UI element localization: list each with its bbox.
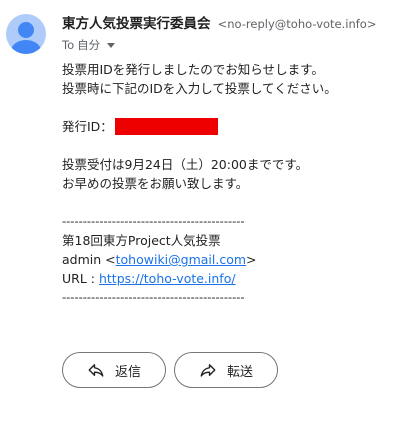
message-header: 東方人気投票実行委員会 <no-reply@toho-vote.info> To… [62, 14, 396, 54]
admin-suffix: > [246, 252, 257, 267]
reply-label: 返信 [114, 364, 141, 380]
separator-bottom: ----------------------------------------… [62, 290, 245, 304]
admin-prefix: admin < [62, 252, 116, 267]
body-line-1: 投票用IDを発行しましたのでお知らせします。 [62, 62, 324, 77]
to-prefix: To [62, 38, 75, 52]
url-prefix: URL : [62, 271, 99, 286]
recipients-toggle[interactable]: To 自分 [62, 36, 116, 54]
body-line-2: 投票時に下記のIDを入力して投票してください。 [62, 81, 337, 96]
deadline-line: 投票受付は9月24日（土）20:00までです。 [62, 157, 309, 172]
forward-icon [200, 364, 216, 377]
to-recipient: 自分 [77, 38, 101, 52]
issued-id-label: 発行ID： [62, 119, 113, 134]
redacted-id [114, 118, 218, 135]
admin-line: admin <tohowiki@gmail.com> [62, 250, 396, 269]
message-actions: 返信 転送 [62, 352, 278, 388]
caret-down-icon[interactable] [107, 42, 116, 48]
separator-top: ----------------------------------------… [62, 214, 245, 228]
issued-id-row: 発行ID： [62, 117, 396, 136]
site-url-link[interactable]: https://toho-vote.info/ [99, 271, 236, 286]
forward-button[interactable]: 転送 [174, 352, 278, 388]
event-name: 第18回東方Project人気投票 [62, 233, 221, 248]
reply-button[interactable]: 返信 [62, 352, 166, 388]
person-icon [11, 22, 41, 54]
sender-name[interactable]: 東方人気投票実行委員会 [62, 16, 211, 32]
from-line: 東方人気投票実行委員会 <no-reply@toho-vote.info> [62, 14, 396, 33]
reply-icon [88, 364, 104, 377]
message-body: 投票用IDを発行しましたのでお知らせします。 投票時に下記のIDを入力して投票し… [62, 60, 396, 307]
admin-email-link[interactable]: tohowiki@gmail.com [116, 252, 246, 267]
early-vote-line: お早めの投票をお願い致します。 [62, 176, 249, 191]
url-line: URL : https://toho-vote.info/ [62, 269, 396, 288]
avatar[interactable] [6, 14, 46, 54]
forward-label: 転送 [226, 364, 253, 380]
sender-email: <no-reply@toho-vote.info> [217, 17, 377, 31]
